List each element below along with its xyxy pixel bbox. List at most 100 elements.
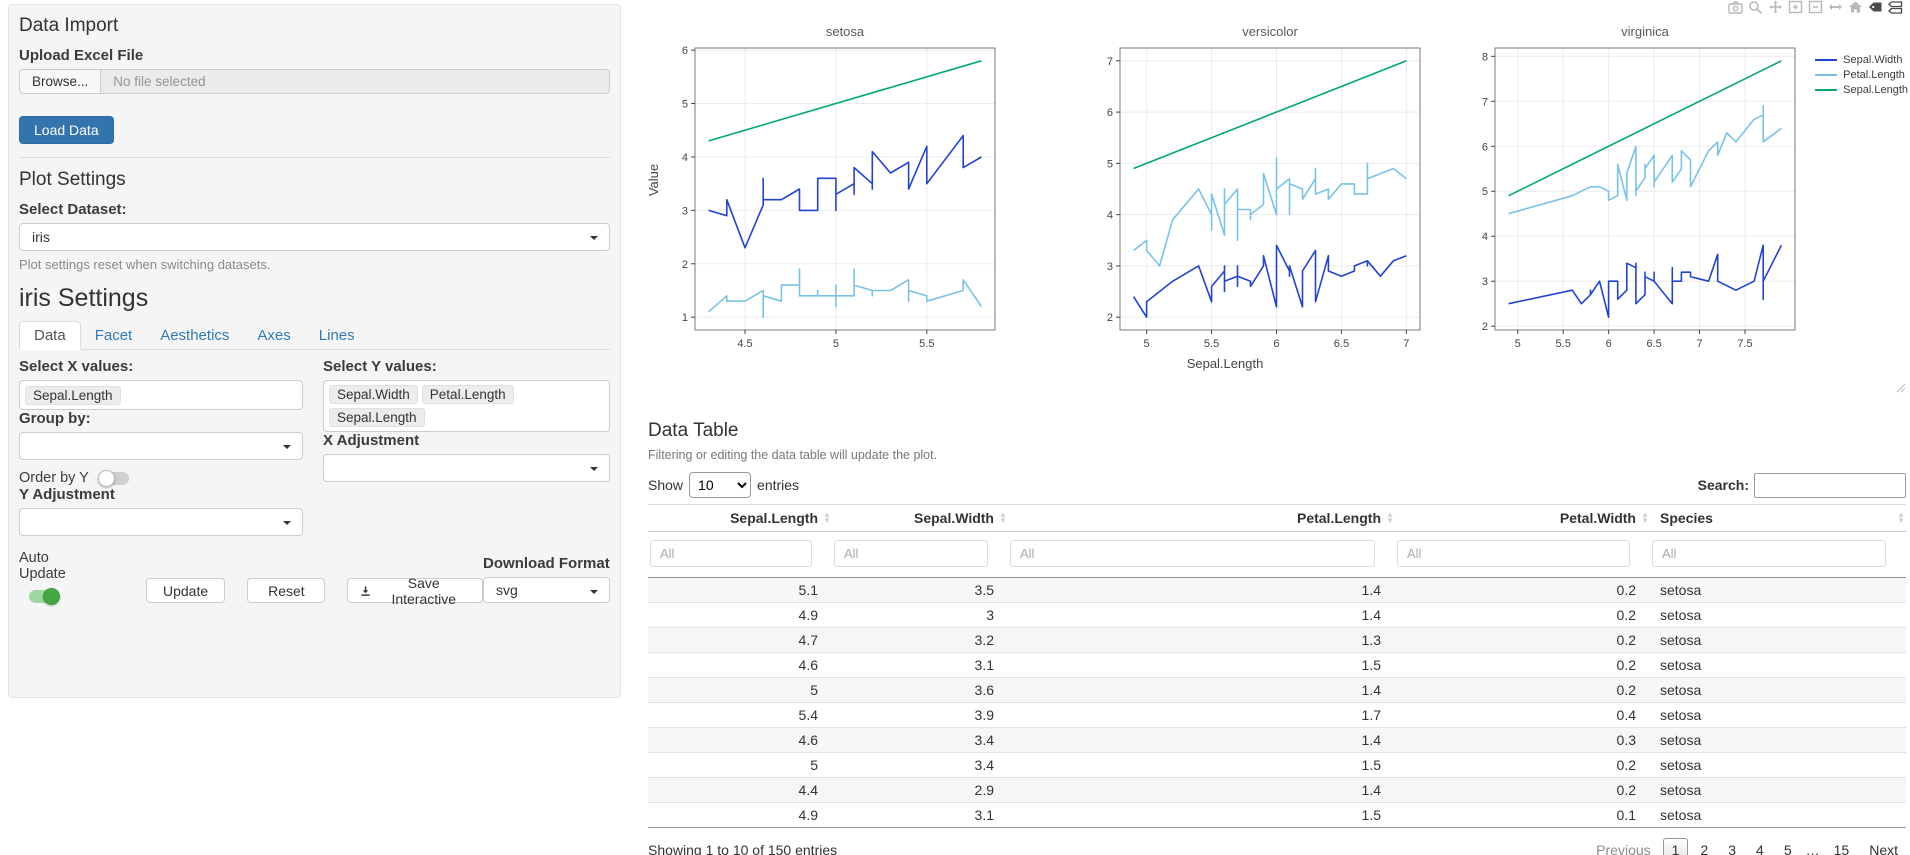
table-row[interactable]: 5.13.51.40.2setosa [648, 578, 1906, 603]
table-cell[interactable]: 3.1 [832, 653, 1008, 678]
table-cell[interactable]: setosa [1650, 603, 1906, 628]
table-cell[interactable]: 0.4 [1395, 703, 1650, 728]
table-cell[interactable]: 1.4 [1008, 603, 1395, 628]
tab-lines[interactable]: Lines [305, 322, 369, 349]
dataset-select[interactable]: iris [19, 223, 610, 251]
x-values-input[interactable]: Sepal.Length [19, 380, 303, 410]
y-values-input[interactable]: Sepal.WidthPetal.LengthSepal.Length [323, 380, 610, 432]
table-row[interactable]: 4.42.91.40.2setosa [648, 778, 1906, 803]
series-line-petal-length[interactable] [709, 269, 982, 317]
tab-data[interactable]: Data [19, 321, 81, 350]
series-line-sepal-length[interactable] [1134, 61, 1407, 169]
table-cell[interactable]: setosa [1650, 803, 1906, 828]
filter-input-sepal-length[interactable] [650, 540, 812, 567]
modebar-pan-icon[interactable] [1767, 0, 1784, 14]
page-length-select[interactable]: 10 [689, 472, 751, 498]
modebar-hover-closest-icon[interactable] [1867, 0, 1884, 14]
table-cell[interactable]: 5.1 [648, 578, 832, 603]
table-cell[interactable]: setosa [1650, 578, 1906, 603]
table-row[interactable]: 4.63.11.50.2setosa [648, 653, 1906, 678]
series-line-sepal-width[interactable] [709, 136, 982, 248]
table-cell[interactable]: setosa [1650, 753, 1906, 778]
table-cell[interactable]: 1.7 [1008, 703, 1395, 728]
facet-plot-virginica[interactable]: virginica234567855.566.577.5 [1455, 20, 1815, 365]
pagination-page-4[interactable]: 4 [1748, 839, 1772, 855]
column-header-sepal-width[interactable]: Sepal.Width▲▼ [832, 505, 1008, 532]
file-name-field[interactable]: No file selected [101, 69, 610, 94]
table-cell[interactable]: 1.4 [1008, 678, 1395, 703]
pagination-page-15[interactable]: 15 [1826, 839, 1858, 855]
auto-update-toggle[interactable] [29, 590, 59, 603]
table-cell[interactable]: 5 [648, 753, 832, 778]
table-cell[interactable]: setosa [1650, 628, 1906, 653]
table-row[interactable]: 53.61.40.2setosa [648, 678, 1906, 703]
table-cell[interactable]: setosa [1650, 678, 1906, 703]
selected-value-tag[interactable]: Sepal.Width [329, 385, 418, 404]
tab-aesthetics[interactable]: Aesthetics [146, 322, 243, 349]
table-cell[interactable]: 3.2 [832, 628, 1008, 653]
filter-input-species[interactable] [1652, 540, 1886, 567]
table-cell[interactable]: 1.4 [1008, 728, 1395, 753]
table-row[interactable]: 53.41.50.2setosa [648, 753, 1906, 778]
tab-facet[interactable]: Facet [81, 322, 147, 349]
table-cell[interactable]: 5 [648, 678, 832, 703]
facet-plot-setosa[interactable]: setosa1234564.555.5 [655, 20, 1015, 365]
modebar-hover-compare-icon[interactable] [1887, 0, 1904, 14]
update-button[interactable]: Update [146, 578, 226, 603]
y-adjustment-select[interactable] [19, 508, 303, 536]
table-cell[interactable]: 4.6 [648, 728, 832, 753]
table-cell[interactable]: setosa [1650, 653, 1906, 678]
table-row[interactable]: 4.63.41.40.3setosa [648, 728, 1906, 753]
table-cell[interactable]: 1.3 [1008, 628, 1395, 653]
table-cell[interactable]: 0.2 [1395, 578, 1650, 603]
filter-input-sepal-width[interactable] [834, 540, 988, 567]
table-cell[interactable]: 0.2 [1395, 653, 1650, 678]
table-cell[interactable]: 0.2 [1395, 678, 1650, 703]
resize-handle-icon[interactable] [1895, 382, 1906, 393]
table-cell[interactable]: 3.9 [832, 703, 1008, 728]
table-row[interactable]: 4.73.21.30.2setosa [648, 628, 1906, 653]
table-cell[interactable]: 1.4 [1008, 578, 1395, 603]
table-cell[interactable]: 3.4 [832, 728, 1008, 753]
browse-button[interactable]: Browse... [19, 69, 101, 94]
modebar-zoom-icon[interactable] [1747, 0, 1764, 14]
modebar-reset-home-icon[interactable] [1847, 0, 1864, 14]
download-format-select[interactable]: svg [483, 577, 610, 603]
legend-item-sepal-width[interactable]: Sepal.Width [1815, 54, 1908, 66]
column-header-species[interactable]: Species▲▼ [1650, 505, 1906, 532]
reset-button[interactable]: Reset [247, 578, 325, 603]
table-row[interactable]: 4.931.40.2setosa [648, 603, 1906, 628]
selected-value-tag[interactable]: Sepal.Length [25, 386, 121, 405]
series-line-sepal-length[interactable] [709, 61, 982, 141]
table-cell[interactable]: setosa [1650, 778, 1906, 803]
table-cell[interactable]: 3.5 [832, 578, 1008, 603]
table-cell[interactable]: 1.5 [1008, 653, 1395, 678]
table-cell[interactable]: 1.5 [1008, 753, 1395, 778]
modebar-autoscale-icon[interactable] [1827, 0, 1844, 14]
table-cell[interactable]: 3.1 [832, 803, 1008, 828]
table-cell[interactable]: 0.1 [1395, 803, 1650, 828]
table-cell[interactable]: 0.2 [1395, 628, 1650, 653]
selected-value-tag[interactable]: Petal.Length [422, 385, 514, 404]
facet-plot-versicolor[interactable]: versicolor23456755.566.57 [1080, 20, 1440, 365]
series-line-petal-length[interactable] [1509, 106, 1782, 214]
table-cell[interactable]: 4.7 [648, 628, 832, 653]
table-cell[interactable]: setosa [1650, 703, 1906, 728]
table-cell[interactable]: 2.9 [832, 778, 1008, 803]
table-cell[interactable]: 0.3 [1395, 728, 1650, 753]
column-header-petal-width[interactable]: Petal.Width▲▼ [1395, 505, 1650, 532]
table-cell[interactable]: 3 [832, 603, 1008, 628]
table-cell[interactable]: setosa [1650, 728, 1906, 753]
table-cell[interactable]: 1.5 [1008, 803, 1395, 828]
table-cell[interactable]: 4.6 [648, 653, 832, 678]
table-cell[interactable]: 5.4 [648, 703, 832, 728]
table-cell[interactable]: 0.2 [1395, 778, 1650, 803]
table-cell[interactable]: 1.4 [1008, 778, 1395, 803]
table-cell[interactable]: 0.2 [1395, 753, 1650, 778]
pagination-page-2[interactable]: 2 [1692, 839, 1716, 855]
modebar-zoom-in-icon[interactable] [1787, 0, 1804, 14]
x-adjustment-select[interactable] [323, 454, 610, 482]
pagination-page-1[interactable]: 1 [1663, 838, 1689, 855]
table-cell[interactable]: 4.9 [648, 603, 832, 628]
table-row[interactable]: 5.43.91.70.4setosa [648, 703, 1906, 728]
